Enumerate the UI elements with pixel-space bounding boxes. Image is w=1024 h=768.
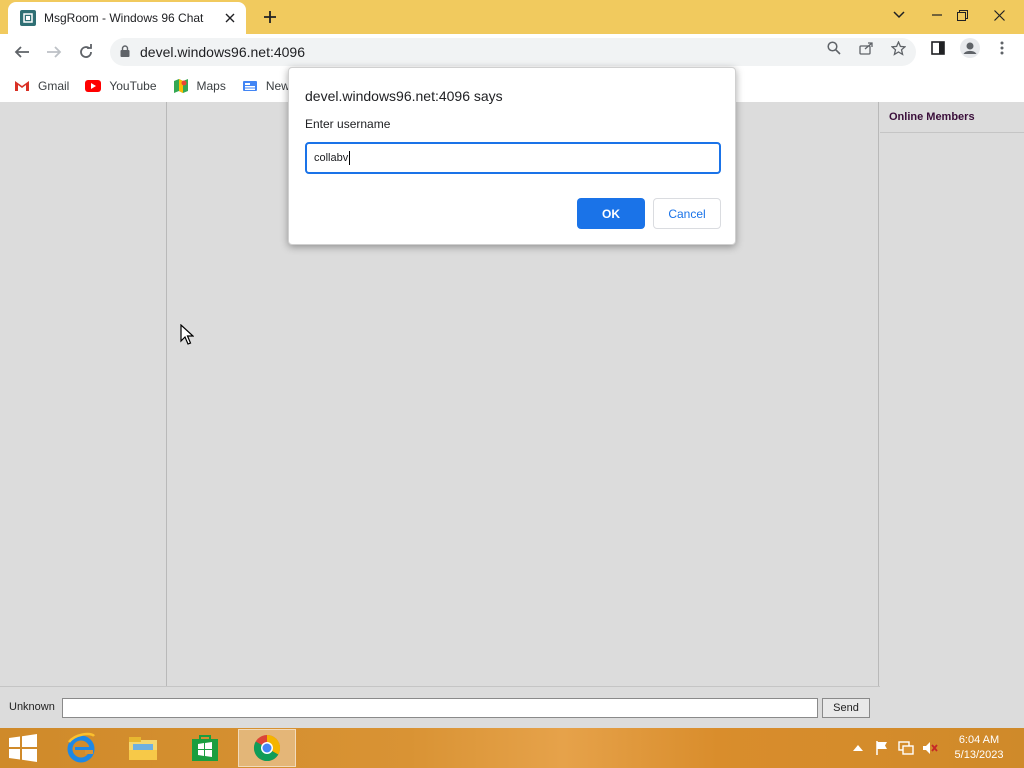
close-window-icon[interactable] xyxy=(982,0,1016,30)
username-prompt-dialog: devel.windows96.net:4096 says Enter user… xyxy=(288,67,736,245)
browser-tab[interactable]: MsgRoom - Windows 96 Chat xyxy=(8,2,246,34)
chat-input-bar: Unknown Send xyxy=(0,686,880,728)
dialog-message: Enter username xyxy=(305,117,391,131)
chrome-icon[interactable] xyxy=(238,729,296,767)
windows-taskbar: 6:04 AM 5/13/2023 xyxy=(0,728,1024,768)
news-icon xyxy=(242,78,258,94)
menu-kebab-icon[interactable] xyxy=(994,40,1010,56)
cancel-button[interactable]: Cancel xyxy=(653,198,721,229)
rooms-pane xyxy=(0,102,167,686)
system-clock[interactable]: 6:04 AM 5/13/2023 xyxy=(946,733,1012,763)
forward-arrow-icon[interactable] xyxy=(42,40,66,64)
tab-search-chevron-icon[interactable] xyxy=(882,0,916,30)
back-arrow-icon[interactable] xyxy=(10,40,34,64)
store-icon[interactable] xyxy=(176,729,234,767)
network-icon[interactable] xyxy=(898,740,914,756)
new-tab-icon[interactable] xyxy=(258,7,282,27)
text-caret xyxy=(349,151,351,165)
maps-icon xyxy=(173,78,189,94)
tab-strip: MsgRoom - Windows 96 Chat xyxy=(0,0,1024,34)
send-button[interactable]: Send xyxy=(822,698,870,718)
windows-start-icon[interactable] xyxy=(8,734,38,762)
gmail-icon xyxy=(14,78,30,94)
clock-date: 5/13/2023 xyxy=(954,749,1004,761)
current-username: Unknown xyxy=(9,701,55,713)
username-input-value: collabv xyxy=(314,152,349,164)
tab-title: MsgRoom - Windows 96 Chat xyxy=(44,11,204,25)
bookmark-gmail[interactable]: Gmail xyxy=(14,78,69,94)
action-center-flag-icon[interactable] xyxy=(874,740,890,756)
username-input[interactable]: collabv xyxy=(305,142,721,174)
ok-button[interactable]: OK xyxy=(577,198,645,229)
clock-time: 6:04 AM xyxy=(958,734,1000,746)
bookmark-maps[interactable]: Maps xyxy=(173,78,226,94)
side-panel-icon[interactable] xyxy=(930,40,946,56)
internet-explorer-icon[interactable] xyxy=(52,729,110,767)
online-members-pane: Online Members xyxy=(880,102,1024,728)
online-members-title: Online Members xyxy=(880,102,1024,133)
bookmark-label: Gmail xyxy=(38,79,70,93)
bookmark-label: YouTube xyxy=(109,79,157,93)
volume-muted-icon[interactable] xyxy=(922,740,938,756)
url-text: devel.windows96.net:4096 xyxy=(140,44,306,60)
mouse-pointer-icon xyxy=(180,323,195,346)
bookmark-news[interactable]: New xyxy=(242,78,290,94)
msgroom-favicon-icon xyxy=(20,10,36,26)
address-bar[interactable]: devel.windows96.net:4096 xyxy=(110,38,916,66)
bookmark-label: New xyxy=(265,79,290,93)
share-icon[interactable] xyxy=(858,40,874,56)
lock-icon[interactable] xyxy=(120,44,130,60)
close-tab-icon[interactable] xyxy=(222,10,238,26)
show-hidden-icons-icon[interactable] xyxy=(850,740,866,756)
bookmark-label: Maps xyxy=(196,79,226,93)
dialog-title: devel.windows96.net:4096 says xyxy=(305,88,503,104)
youtube-icon xyxy=(85,78,102,94)
profile-avatar-icon[interactable] xyxy=(960,38,980,58)
bookmark-star-icon[interactable] xyxy=(890,40,906,56)
bookmark-youtube[interactable]: YouTube xyxy=(85,78,157,94)
restore-icon[interactable] xyxy=(945,0,979,30)
zoom-search-icon[interactable] xyxy=(826,40,842,56)
browser-toolbar: devel.windows96.net:4096 xyxy=(0,34,1024,70)
message-input[interactable] xyxy=(62,698,818,718)
reload-icon[interactable] xyxy=(74,40,98,64)
file-explorer-icon[interactable] xyxy=(114,729,172,767)
